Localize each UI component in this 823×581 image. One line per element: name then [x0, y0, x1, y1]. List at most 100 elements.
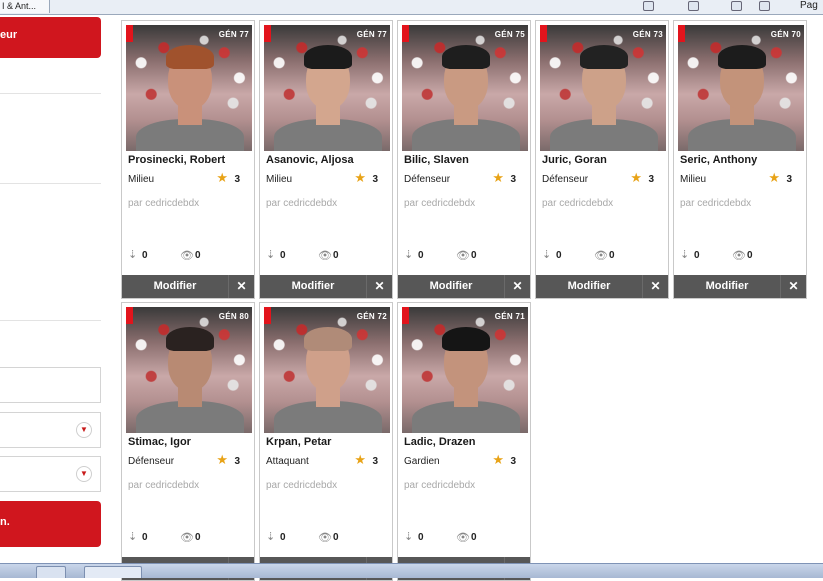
player-photo[interactable]: GÉN 77 [264, 25, 390, 151]
star-icon: ★ [216, 452, 228, 467]
download-count: 0 [418, 250, 424, 261]
author-credit[interactable]: par cedricdebdx [404, 480, 475, 491]
chevron-down-icon[interactable]: ▼ [76, 422, 92, 438]
star-rating-count: 3 [510, 174, 516, 185]
flag-marker [264, 25, 271, 42]
player-name[interactable]: Ladic, Drazen [404, 436, 476, 448]
card-action-bar: Modifier ✕ [674, 275, 806, 298]
eye-icon: 👁 [180, 532, 194, 544]
author-credit[interactable]: par cedricdebdx [266, 198, 337, 209]
modify-button[interactable]: Modifier [260, 275, 366, 298]
player-position: Gardien [404, 456, 440, 467]
sidebar-bottom-button[interactable]: n. [0, 501, 101, 547]
player-name[interactable]: Bilic, Slaven [404, 154, 469, 166]
author-credit[interactable]: par cedricdebdx [266, 480, 337, 491]
modify-button[interactable]: Modifier [122, 275, 228, 298]
download-count: 0 [418, 532, 424, 543]
player-position: Milieu [266, 174, 293, 185]
modify-button[interactable]: Modifier [536, 275, 642, 298]
download-icon: ⇣ [680, 249, 690, 261]
player-name[interactable]: Seric, Anthony [680, 154, 757, 166]
overall-rating: GÉN 72 [356, 312, 387, 321]
star-rating-count: 3 [234, 456, 240, 467]
star-rating-count: 3 [648, 174, 654, 185]
flag-marker [678, 25, 685, 42]
star-rating-count: 3 [372, 456, 378, 467]
player-card[interactable]: GÉN 73 Juric, Goran Défenseur ★ 3 par ce… [535, 20, 669, 299]
player-position: Défenseur [128, 456, 175, 467]
modify-button[interactable]: Modifier [398, 275, 504, 298]
flag-marker [402, 307, 409, 324]
author-credit[interactable]: par cedricdebdx [542, 198, 613, 209]
eye-icon: 👁 [318, 250, 332, 262]
author-credit[interactable]: par cedricdebdx [128, 480, 199, 491]
chevron-down-icon[interactable]: ▼ [76, 466, 92, 482]
player-photo[interactable]: GÉN 71 [402, 307, 528, 433]
sidebar-select[interactable]: ▼ [0, 412, 101, 448]
player-name[interactable]: Krpan, Petar [266, 436, 331, 448]
star-icon: ★ [492, 452, 504, 467]
page-menu-label[interactable]: Pag [800, 0, 818, 11]
player-photo[interactable]: GÉN 73 [540, 25, 666, 151]
download-count: 0 [556, 250, 562, 261]
player-photo[interactable]: GÉN 70 [678, 25, 804, 151]
download-icon: ⇣ [128, 531, 138, 543]
card-action-bar: Modifier ✕ [536, 275, 668, 298]
toolbar-icon[interactable] [759, 1, 770, 11]
sidebar-input[interactable] [0, 367, 101, 403]
author-credit[interactable]: par cedricdebdx [128, 198, 199, 209]
player-card[interactable]: GÉN 70 Seric, Anthony Milieu ★ 3 par ced… [673, 20, 807, 299]
card-action-bar: Modifier ✕ [398, 275, 530, 298]
delete-button[interactable]: ✕ [780, 275, 806, 298]
delete-button[interactable]: ✕ [228, 275, 254, 298]
sidebar-top-button[interactable]: eur [0, 17, 101, 58]
player-card[interactable]: GÉN 75 Bilic, Slaven Défenseur ★ 3 par c… [397, 20, 531, 299]
view-count: 0 [471, 250, 477, 261]
browser-tab[interactable]: I & Ant... [0, 0, 50, 13]
browser-toolbar: I & Ant... Pag [0, 0, 823, 15]
toolbar-icon[interactable] [731, 1, 742, 11]
player-name[interactable]: Juric, Goran [542, 154, 607, 166]
player-name[interactable]: Asanovic, Aljosa [266, 154, 354, 166]
player-hair [442, 45, 490, 69]
taskbar-button[interactable] [84, 566, 142, 578]
card-action-bar: Modifier ✕ [260, 275, 392, 298]
author-credit[interactable]: par cedricdebdx [680, 198, 751, 209]
delete-button[interactable]: ✕ [504, 275, 530, 298]
player-hair [304, 327, 352, 351]
player-hair [304, 45, 352, 69]
view-count: 0 [195, 532, 201, 543]
player-card[interactable]: GÉN 72 Krpan, Petar Attaquant ★ 3 par ce… [259, 302, 393, 581]
view-count: 0 [333, 250, 339, 261]
star-rating-count: 3 [786, 174, 792, 185]
view-count: 0 [471, 532, 477, 543]
modify-button[interactable]: Modifier [674, 275, 780, 298]
player-name[interactable]: Stimac, Igor [128, 436, 191, 448]
player-card[interactable]: GÉN 77 Prosinecki, Robert Milieu ★ 3 par… [121, 20, 255, 299]
author-credit[interactable]: par cedricdebdx [404, 198, 475, 209]
eye-icon: 👁 [456, 532, 470, 544]
star-icon: ★ [354, 452, 366, 467]
player-card[interactable]: GÉN 80 Stimac, Igor Défenseur ★ 3 par ce… [121, 302, 255, 581]
toolbar-icon[interactable] [688, 1, 699, 11]
eye-icon: 👁 [180, 250, 194, 262]
toolbar-icon[interactable] [643, 1, 654, 11]
download-icon: ⇣ [266, 531, 276, 543]
taskbar-button[interactable] [36, 566, 66, 578]
player-photo[interactable]: GÉN 75 [402, 25, 528, 151]
view-count: 0 [195, 250, 201, 261]
sidebar-select[interactable]: ▼ [0, 456, 101, 492]
player-card[interactable]: GÉN 71 Ladic, Drazen Gardien ★ 3 par ced… [397, 302, 531, 581]
view-count: 0 [333, 532, 339, 543]
delete-button[interactable]: ✕ [366, 275, 392, 298]
player-photo[interactable]: GÉN 80 [126, 307, 252, 433]
download-icon: ⇣ [542, 249, 552, 261]
player-card[interactable]: GÉN 77 Asanovic, Aljosa Milieu ★ 3 par c… [259, 20, 393, 299]
player-photo[interactable]: GÉN 72 [264, 307, 390, 433]
player-photo[interactable]: GÉN 77 [126, 25, 252, 151]
star-rating-count: 3 [510, 456, 516, 467]
eye-icon: 👁 [318, 532, 332, 544]
delete-button[interactable]: ✕ [642, 275, 668, 298]
player-name[interactable]: Prosinecki, Robert [128, 154, 225, 166]
download-count: 0 [280, 532, 286, 543]
